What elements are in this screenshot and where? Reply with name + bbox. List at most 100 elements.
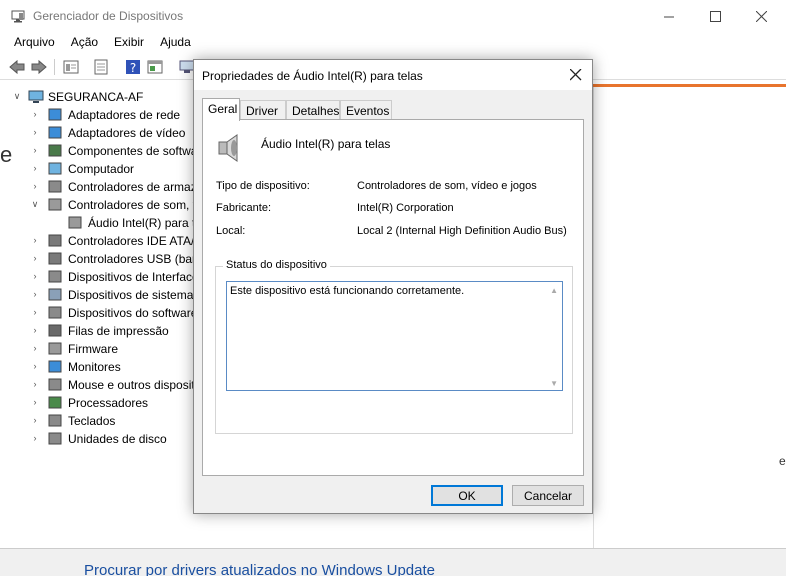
- tree-item[interactable]: › Controladores USB (barr: [0, 250, 201, 268]
- chevron-right-icon[interactable]: ›: [30, 397, 40, 407]
- close-icon: [755, 10, 767, 22]
- chevron-right-icon[interactable]: ›: [30, 433, 40, 443]
- properties-sheet-icon[interactable]: [62, 58, 80, 76]
- chevron-right-icon[interactable]: ›: [30, 361, 40, 371]
- chevron-right-icon[interactable]: ›: [30, 127, 40, 137]
- chevron-down-icon[interactable]: ∨: [12, 91, 22, 101]
- printer-icon: [48, 324, 62, 337]
- scroll-up-icon[interactable]: ▲: [550, 286, 558, 295]
- chevron-right-icon[interactable]: ›: [30, 163, 40, 173]
- chevron-right-icon[interactable]: ›: [30, 415, 40, 425]
- tree-item[interactable]: › Filas de impressão: [0, 322, 200, 340]
- dialog-close-icon[interactable]: [570, 69, 582, 81]
- ok-button[interactable]: OK: [431, 485, 503, 506]
- tree-item-label: Adaptadores de vídeo: [68, 126, 186, 140]
- device-type-label: Tipo de dispositivo:: [216, 180, 310, 192]
- tree-root-label: SEGURANCA-AF: [48, 90, 144, 104]
- chevron-right-icon[interactable]: ›: [30, 289, 40, 299]
- tree-item[interactable]: › Unidades de disco: [0, 430, 200, 448]
- tree-item[interactable]: › Processadores: [0, 394, 200, 412]
- chevron-right-icon[interactable]: ›: [30, 271, 40, 281]
- network-adapter-icon: [48, 108, 62, 121]
- menu-acao[interactable]: Ação: [63, 32, 106, 54]
- tree-item-label: Filas de impressão: [68, 324, 169, 338]
- disk-drive-icon: [48, 432, 62, 445]
- tree-item-label: Dispositivos do software: [68, 306, 198, 320]
- manufacturer-label: Fabricante:: [216, 202, 272, 214]
- scroll-down-icon[interactable]: ▼: [550, 379, 558, 388]
- maximize-button[interactable]: [692, 0, 738, 32]
- tree-item-label: Firmware: [68, 342, 118, 356]
- tree-item[interactable]: › Adaptadores de rede: [0, 106, 200, 124]
- tree-item-label: Processadores: [68, 396, 149, 410]
- document-icon[interactable]: [92, 58, 110, 76]
- svg-text:?: ?: [130, 61, 136, 75]
- storage-controller-icon: [48, 180, 62, 193]
- tree-child-item[interactable]: Áudio Intel(R) para t: [0, 214, 200, 232]
- close-button[interactable]: [738, 0, 784, 32]
- minimize-button[interactable]: [646, 0, 692, 32]
- tree-item-label: Controladores USB (barr: [68, 252, 200, 266]
- tree-item[interactable]: › Dispositivos de sistema: [0, 286, 200, 304]
- tree-item-label: Computador: [68, 162, 135, 176]
- cancel-button[interactable]: Cancelar: [512, 485, 584, 506]
- dialog-title: Propriedades de Áudio Intel(R) para tela…: [202, 69, 423, 83]
- tree-item[interactable]: › Monitores: [0, 358, 200, 376]
- device-status-legend: Status do dispositivo: [223, 259, 330, 271]
- chevron-right-icon[interactable]: ›: [30, 325, 40, 335]
- chevron-right-icon[interactable]: ›: [30, 379, 40, 389]
- tree-item-label: Áudio Intel(R) para t: [88, 216, 196, 230]
- tree-item[interactable]: › Mouse e outros disposit: [0, 376, 200, 394]
- tree-item[interactable]: ∨ Controladores de som, v: [0, 196, 200, 214]
- manufacturer-value: Intel(R) Corporation: [357, 202, 454, 214]
- tree-root[interactable]: ∨ SEGURANCA-AF: [0, 88, 200, 106]
- computer-icon: [28, 90, 44, 103]
- tree-item-label: Adaptadores de rede: [68, 108, 181, 122]
- menu-arquivo[interactable]: Arquivo: [6, 32, 63, 54]
- tree-item[interactable]: › Controladores IDE ATA/A: [0, 232, 201, 250]
- device-status-text: Este dispositivo está funcionando corret…: [230, 285, 465, 297]
- tree-item-label: Controladores de som, v: [68, 198, 199, 212]
- tree-item-label: Controladores IDE ATA/A: [68, 234, 200, 248]
- tree-item[interactable]: › Dispositivos do software: [0, 304, 200, 322]
- view-icon[interactable]: [146, 58, 164, 76]
- chevron-down-icon[interactable]: ∨: [30, 199, 40, 209]
- mouse-icon: [48, 378, 62, 391]
- chevron-right-icon[interactable]: ›: [30, 181, 40, 191]
- minimize-icon: [663, 16, 674, 17]
- tree-item[interactable]: › Teclados: [0, 412, 200, 430]
- software-component-icon: [48, 144, 62, 157]
- tab-detalhes[interactable]: Detalhes: [286, 100, 340, 120]
- windows-update-link[interactable]: Procurar por drivers atualizados no Wind…: [84, 562, 435, 576]
- tree-item-label: Mouse e outros disposit: [68, 378, 195, 392]
- tab-driver[interactable]: Driver: [240, 100, 286, 120]
- chevron-right-icon[interactable]: ›: [30, 145, 40, 155]
- menu-ajuda[interactable]: Ajuda: [152, 32, 199, 54]
- tree-item[interactable]: › Dispositivos de Interface: [0, 268, 200, 286]
- tab-geral[interactable]: Geral: [202, 98, 240, 121]
- tree-item[interactable]: › Componentes de softwa: [0, 142, 200, 160]
- tree-item[interactable]: › Controladores de armaz: [0, 178, 200, 196]
- device-status-textbox[interactable]: Este dispositivo está funcionando corret…: [226, 281, 563, 391]
- ide-icon: [48, 234, 62, 247]
- device-name: Áudio Intel(R) para telas: [261, 137, 391, 151]
- chevron-right-icon[interactable]: ›: [30, 343, 40, 353]
- chevron-right-icon[interactable]: ›: [30, 253, 40, 263]
- properties-dialog: Propriedades de Áudio Intel(R) para tela…: [193, 59, 593, 514]
- menu-exibir[interactable]: Exibir: [106, 32, 152, 54]
- forward-arrow-icon[interactable]: [30, 58, 48, 76]
- system-device-icon: [48, 288, 62, 301]
- dialog-title-bar: Propriedades de Áudio Intel(R) para tela…: [194, 60, 592, 90]
- tree-item[interactable]: › Adaptadores de vídeo: [0, 124, 200, 142]
- chevron-right-icon[interactable]: ›: [30, 307, 40, 317]
- chevron-right-icon[interactable]: ›: [30, 235, 40, 245]
- help-icon[interactable]: ?: [124, 58, 142, 76]
- chevron-right-icon[interactable]: ›: [30, 109, 40, 119]
- tab-eventos[interactable]: Eventos: [340, 100, 392, 120]
- tree-item[interactable]: › Firmware: [0, 340, 200, 358]
- maximize-icon: [709, 10, 721, 22]
- keyboard-icon: [48, 414, 62, 427]
- tree-item-label: Componentes de softwa: [68, 144, 198, 158]
- back-arrow-icon[interactable]: [8, 58, 26, 76]
- tree-item[interactable]: › Computador: [0, 160, 200, 178]
